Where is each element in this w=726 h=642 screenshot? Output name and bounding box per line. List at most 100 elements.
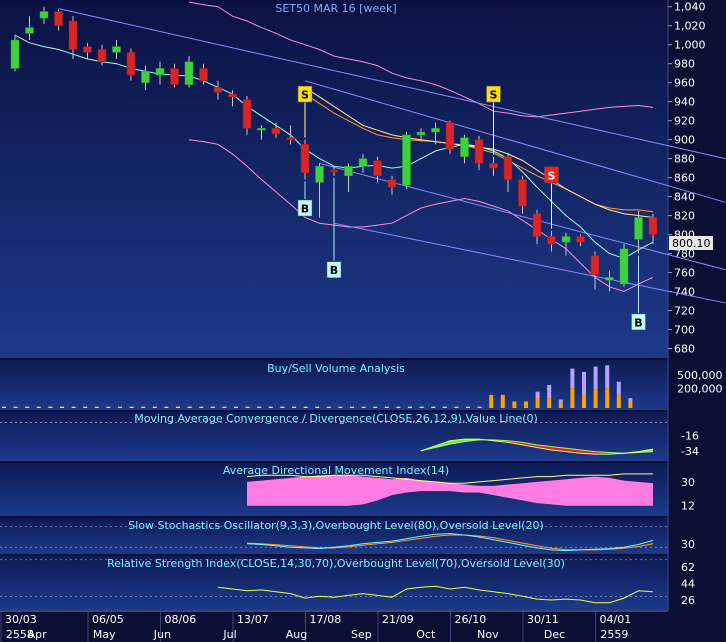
candle-body <box>199 68 208 82</box>
buy-volume-bar <box>280 406 285 408</box>
buy-volume-bar <box>94 406 99 408</box>
buy-volume-bar <box>593 389 598 408</box>
candle-body <box>213 87 223 93</box>
candle-body <box>358 158 368 167</box>
month-tick-label: Apr <box>28 628 48 641</box>
date-tick-label: 30/11 <box>527 613 559 626</box>
candle-body <box>547 236 556 245</box>
buy-volume-bar <box>454 406 459 408</box>
buy-volume-bar <box>361 406 366 408</box>
candle-body <box>387 179 397 188</box>
buy-volume-bar <box>524 401 528 408</box>
buy-volume-bar <box>48 406 53 408</box>
buy-volume-bar <box>384 406 389 408</box>
buy-volume-bar <box>547 398 552 408</box>
adx-tick-label: 30 <box>681 476 695 489</box>
volume-tick-label: 200,000 <box>677 382 723 395</box>
candle-body <box>155 68 165 76</box>
candle-body <box>605 277 614 281</box>
price-tick-label: 860 <box>674 172 695 185</box>
buy-volume-bar <box>245 406 250 408</box>
month-tick-label: Jul <box>222 628 236 641</box>
month-tick-label: Sep <box>351 628 372 641</box>
sell-volume-bar <box>570 368 575 389</box>
candle-body <box>39 11 49 19</box>
month-tick-label: 2559 <box>600 628 628 641</box>
buy-volume-bar <box>396 406 401 408</box>
candle-body <box>68 20 78 50</box>
buy-volume-bar <box>477 406 482 408</box>
candle-body <box>373 160 382 176</box>
candle-body <box>257 128 266 131</box>
month-tick-label: Nov <box>477 628 499 641</box>
sell-volume-bar <box>628 398 633 402</box>
buy-volume-bar <box>83 406 88 408</box>
buy-volume-bar <box>25 406 30 408</box>
buy-volume-bar <box>431 406 436 408</box>
candle-body <box>634 217 643 240</box>
month-tick-label: Oct <box>416 628 436 641</box>
candle-body <box>489 163 498 169</box>
candle-body <box>503 156 513 180</box>
buy-volume-bar <box>71 406 76 408</box>
candle-body <box>271 128 281 135</box>
date-tick-label: 06/05 <box>92 613 124 626</box>
buy-volume-bar <box>187 406 192 408</box>
rsi-tick-label: 26 <box>681 594 695 607</box>
candle <box>619 244 629 287</box>
buy-volume-bar <box>268 406 273 408</box>
candle <box>445 120 455 154</box>
price-tick-label: 820 <box>674 210 695 223</box>
price-tick-label: 1,000 <box>674 39 706 52</box>
candle-body <box>445 122 455 150</box>
buy-volume-bar <box>489 394 494 408</box>
buy-volume-bar <box>419 406 424 408</box>
sell-volume-bar <box>547 385 552 399</box>
signal-letter: S <box>548 169 556 182</box>
candle-body <box>576 236 585 243</box>
candle-body <box>561 236 571 243</box>
buy-volume-bar <box>350 406 354 408</box>
price-tick-label: 980 <box>674 58 695 71</box>
signal-letter: S <box>490 89 498 102</box>
candle-body <box>83 46 92 53</box>
price-tick-label: 1,040 <box>674 1 706 14</box>
buy-volume-bar <box>512 401 517 408</box>
candle-body <box>126 52 136 76</box>
sell-volume-bar <box>593 366 598 390</box>
candle-body <box>184 61 194 85</box>
candle-body <box>300 144 310 174</box>
buy-volume-bar <box>176 406 180 408</box>
date-tick-label: 17/08 <box>310 613 342 626</box>
buy-volume-bar <box>605 388 610 408</box>
last-price-label: 800.10 <box>672 237 711 250</box>
price-tick-label: 940 <box>674 96 695 109</box>
buy-volume-bar <box>582 394 586 408</box>
candle-body <box>402 134 411 186</box>
date-tick-label: 08/06 <box>165 613 197 626</box>
price-tick-label: 700 <box>674 324 695 337</box>
month-tick-label: Aug <box>286 628 307 641</box>
candle-body <box>329 169 339 173</box>
price-tick-label: 1,020 <box>674 20 706 33</box>
candle-body <box>112 46 121 53</box>
candle-body <box>315 165 324 183</box>
candle-body <box>242 99 252 129</box>
buy-volume-bar <box>373 406 378 408</box>
adx-panel-title: Average Directional Movement Index(14) <box>223 464 449 477</box>
date-tick-label: 26/10 <box>455 613 487 626</box>
price-tick-label: 880 <box>674 153 695 166</box>
candle-body <box>25 27 34 34</box>
rsi-panel-title: Relative Strength Index(CLOSE,14,30,70),… <box>107 557 565 570</box>
time-axis: 30/03 06/05 08/06 13/07 17/08 21/09 26/10 30/11… <box>0 610 668 642</box>
stock-chart[interactable]: 6807007207407607808008208408608809009209… <box>0 0 726 642</box>
month-tick-label: Jun <box>153 628 171 641</box>
sell-volume-bar <box>616 381 621 395</box>
candle-body <box>141 71 150 83</box>
stoch-panel-title: Slow Stochastics Oscillator(9,3,3),Overb… <box>128 519 544 532</box>
buy-volume-bar <box>141 406 146 408</box>
signal-letter: B <box>634 316 642 329</box>
candle <box>10 35 20 72</box>
sell-volume-bar <box>582 371 586 395</box>
buy-volume-bar <box>257 406 262 408</box>
